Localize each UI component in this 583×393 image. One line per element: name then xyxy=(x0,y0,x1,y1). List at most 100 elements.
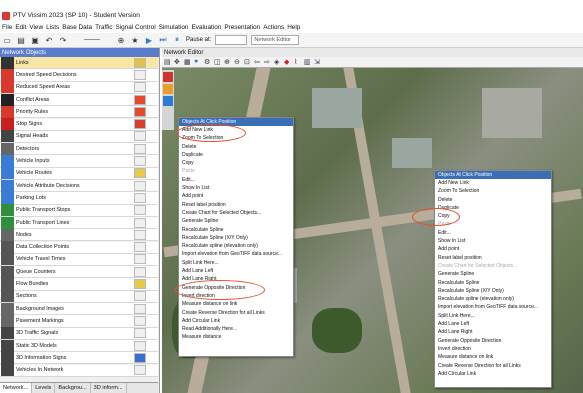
color-swatch[interactable] xyxy=(134,69,146,80)
context-menu-item[interactable]: Read Additionally Here... xyxy=(179,325,293,333)
zoom-out-icon[interactable]: ⊖ xyxy=(234,58,242,66)
context-menu-item[interactable]: Add Circular Link xyxy=(435,370,551,378)
menu-lists[interactable]: Lists xyxy=(46,24,59,31)
color-swatch[interactable] xyxy=(134,131,146,142)
context-menu-item[interactable]: Zoom To Selection xyxy=(435,187,551,195)
forward-arrow-icon[interactable]: ⇨ xyxy=(264,58,272,66)
color-swatch[interactable] xyxy=(134,82,146,93)
context-menu-item[interactable]: Create Chart for Selected Objects... xyxy=(435,262,551,270)
network-object-row[interactable]: Links xyxy=(0,56,158,70)
color-swatch[interactable] xyxy=(134,156,146,167)
network-object-row[interactable]: Signal Heads xyxy=(0,130,158,144)
color-swatch[interactable] xyxy=(134,291,146,302)
context-menu-item[interactable]: Delete xyxy=(435,196,551,204)
color-swatch[interactable] xyxy=(134,328,146,339)
context-menu-item[interactable]: Paste xyxy=(179,167,293,175)
context-menu-item[interactable]: Measure distance xyxy=(179,333,293,341)
context-menu-item[interactable]: Create Chart for Selected Objects... xyxy=(179,209,293,217)
color-swatch[interactable] xyxy=(134,143,146,154)
menu-edit[interactable]: Edit xyxy=(15,24,26,31)
color-swatch[interactable] xyxy=(134,168,146,179)
context-menu-item[interactable]: Reset label position xyxy=(179,201,293,209)
color-swatch[interactable] xyxy=(134,119,146,130)
color-swatch[interactable] xyxy=(134,315,146,326)
context-menu-header[interactable]: Objects At Click Position xyxy=(435,171,551,179)
context-menu-item[interactable]: Add point xyxy=(179,192,293,200)
color-swatch[interactable] xyxy=(134,106,146,117)
context-menu-item[interactable]: Add Circular Link xyxy=(179,317,293,325)
color-swatch[interactable] xyxy=(134,303,146,314)
grid-icon[interactable]: ▦ xyxy=(184,58,192,66)
play-icon[interactable]: ▶ xyxy=(144,35,154,45)
network-object-row[interactable]: Pavement Markings xyxy=(0,314,158,328)
context-menu-item[interactable]: Duplicate xyxy=(179,151,293,159)
context-menu-item[interactable]: Recalculate Spline (X/Y Only) xyxy=(179,234,293,242)
zoom-in-icon[interactable]: ⊕ xyxy=(224,58,232,66)
network-object-row[interactable]: 3D Information Signs xyxy=(0,351,158,365)
color-swatch[interactable] xyxy=(134,217,146,228)
context-menu-item[interactable]: Recalculate spline (elevation only) xyxy=(435,295,551,303)
context-menu-item[interactable]: Edit... xyxy=(435,229,551,237)
network-object-row[interactable]: Stop Signs xyxy=(0,118,158,131)
tab-levels[interactable]: Levels xyxy=(32,383,56,393)
menu-help[interactable]: Help xyxy=(287,24,300,31)
layers-icon[interactable]: ◆ xyxy=(284,58,292,66)
context-menu-item[interactable]: Measure distance on link xyxy=(179,300,293,308)
view-select[interactable]: Network Editor xyxy=(251,35,300,45)
color-swatch[interactable] xyxy=(134,365,146,376)
context-menu-item[interactable]: Generate Spline xyxy=(435,270,551,278)
network-object-row[interactable]: Desired Speed Decisions xyxy=(0,68,158,82)
context-menu-item[interactable]: Import elevation from GeoTIFF data sourc… xyxy=(179,250,293,258)
color-swatch[interactable] xyxy=(134,242,146,253)
color-swatch[interactable] xyxy=(134,57,146,68)
network-object-row[interactable]: Background Images xyxy=(0,302,158,316)
redo-icon[interactable]: ↷ xyxy=(58,35,68,45)
color-swatch[interactable] xyxy=(134,340,146,351)
color-swatch[interactable] xyxy=(134,352,146,363)
network-object-row[interactable]: 3D Traffic Signals xyxy=(0,327,158,340)
menu-file[interactable]: File xyxy=(2,24,12,31)
export-icon[interactable]: ⇲ xyxy=(314,58,322,66)
undo-icon[interactable]: ↶ xyxy=(44,35,54,45)
new-file-icon[interactable]: ▭ xyxy=(2,35,12,45)
network-object-row[interactable]: Public Transport Stops xyxy=(0,204,158,217)
context-menu-item[interactable]: Show In List xyxy=(435,237,551,245)
speed-slider-icon[interactable]: ⎯⎯⎯⎯ xyxy=(72,35,112,45)
menu-signal-control[interactable]: Signal Control xyxy=(115,24,155,31)
tab-3d-information[interactable]: 3D inform... xyxy=(91,383,127,393)
context-menu-item[interactable]: Create Reverse Direction for all Links xyxy=(435,362,551,370)
network-object-row[interactable]: Vehicle Routes xyxy=(0,167,158,180)
back-arrow-icon[interactable]: ⇦ xyxy=(254,58,262,66)
menu-traffic[interactable]: Traffic xyxy=(95,24,112,31)
context-menu-item[interactable]: Create Reverse Direction for all Links xyxy=(179,309,293,317)
select-icon[interactable]: ▤ xyxy=(164,58,172,66)
measure-icon[interactable]: ⌇ xyxy=(294,58,302,66)
context-menu-item[interactable]: Recalculate spline (elevation only) xyxy=(179,242,293,250)
pause-at-input[interactable] xyxy=(215,35,248,45)
pause-icon[interactable]: ⏸ xyxy=(172,35,182,45)
color-swatch[interactable] xyxy=(134,266,146,277)
menu-evaluation[interactable]: Evaluation xyxy=(191,24,221,31)
zoom-icon[interactable]: ⊕ xyxy=(116,35,126,45)
context-menu-item[interactable]: Show In List xyxy=(179,184,293,192)
tab-background[interactable]: Backgrou... xyxy=(55,383,91,393)
context-menu-item[interactable]: Add point xyxy=(435,245,551,253)
context-menu-item[interactable]: Add New Link xyxy=(435,179,551,187)
context-menu-item[interactable]: Delete xyxy=(179,143,293,151)
menu-presentation[interactable]: Presentation xyxy=(224,24,260,31)
color-swatch[interactable] xyxy=(134,279,146,290)
network-object-row[interactable]: Data Collection Points xyxy=(0,241,158,254)
menu-actions[interactable]: Actions xyxy=(263,24,284,31)
menu-simulation[interactable]: Simulation xyxy=(159,24,189,31)
zoom-fit-icon[interactable]: ⊡ xyxy=(244,58,252,66)
context-menu-item[interactable]: Invert direction xyxy=(435,345,551,353)
color-swatch[interactable] xyxy=(134,180,146,191)
context-menu-item[interactable]: Import elevation from GeoTIFF data sourc… xyxy=(435,303,551,311)
settings-icon[interactable]: ⚙ xyxy=(204,58,212,66)
context-menu-item[interactable]: Generate Spline xyxy=(179,217,293,225)
side-icon[interactable] xyxy=(163,96,173,106)
network-object-row[interactable]: Vehicles In Network xyxy=(0,364,158,377)
network-object-row[interactable]: Vehicle Travel Times xyxy=(0,253,158,267)
network-object-row[interactable]: Priority Rules xyxy=(0,105,158,119)
network-object-row[interactable]: Reduced Speed Areas xyxy=(0,81,158,94)
